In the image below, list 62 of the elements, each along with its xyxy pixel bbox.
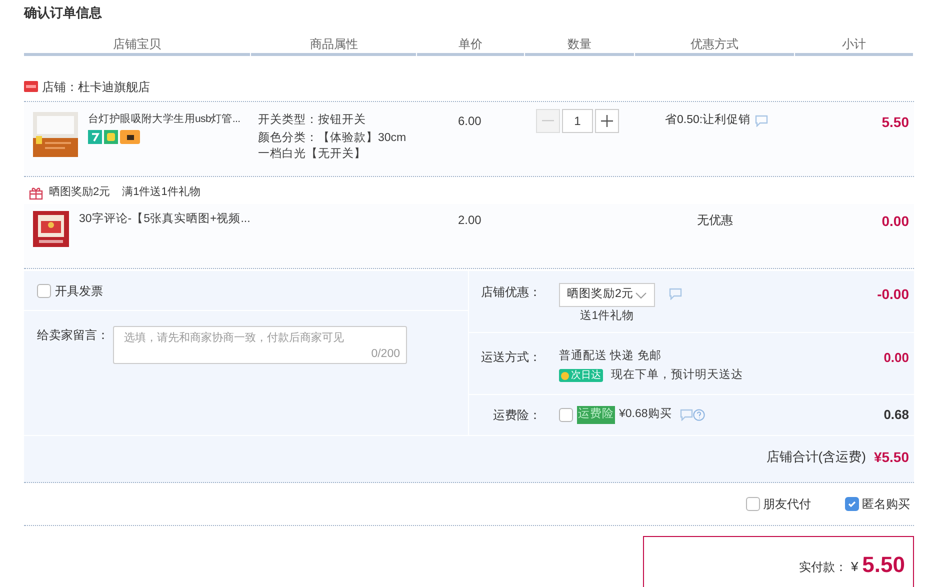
checkbox[interactable]	[746, 497, 760, 511]
discount-select[interactable]: 晒图奖励2元	[559, 283, 655, 307]
discount-label: 无优惠	[697, 213, 733, 227]
column-header: 店铺宝贝	[24, 36, 250, 56]
checkbox[interactable]	[845, 497, 859, 511]
column-header: 优惠方式	[634, 36, 794, 56]
product-property: 开关类型：按钮开关	[258, 112, 367, 128]
column-header: 商品属性	[251, 36, 416, 56]
checkbox[interactable]	[559, 408, 573, 422]
field-label: 运送方式：	[480, 349, 541, 366]
promo-rule: 满1件送1件礼物	[122, 184, 200, 200]
shop-name: 店铺：杜卡迪旗舰店	[42, 78, 150, 96]
gift-note: 送1件礼物	[580, 308, 634, 324]
currency-symbol: ¥	[850, 558, 858, 576]
comment-icon[interactable]	[680, 409, 693, 421]
unit-price: 6.00	[458, 114, 482, 128]
checkbox[interactable]	[37, 284, 51, 298]
unit-price: 2.00	[458, 213, 482, 227]
gift-title[interactable]: 30字评论-【5张真实晒图+视频...	[79, 211, 250, 228]
insurance-price: ¥0.68购买	[619, 406, 672, 422]
column-header: 单价	[417, 36, 524, 56]
card-badge-icon	[120, 130, 140, 144]
subtotal: 5.50	[882, 114, 909, 130]
product-title[interactable]: 台灯护眼吸附大学生用usb灯管...	[88, 112, 240, 128]
discount-amount: -0.00	[877, 285, 910, 304]
clock-icon	[561, 372, 569, 380]
column-header: 数量	[524, 36, 634, 56]
delivery-note: 现在下单，预计明天送达	[611, 368, 743, 384]
quantity-field[interactable]: 1	[562, 109, 593, 133]
field-label: 店铺优惠：	[480, 284, 541, 301]
plus-icon	[601, 115, 613, 127]
insurance-tag: 运费险	[577, 406, 615, 424]
promo-name: 晒图奖励2元	[49, 185, 110, 200]
message-label: 给卖家留言：	[37, 327, 109, 344]
discount-label: 省0.50:让利促销	[665, 112, 751, 128]
page-title: 确认订单信息	[24, 4, 103, 22]
gift-icon	[29, 186, 43, 200]
help-icon[interactable]	[692, 409, 705, 421]
chevron-down-icon	[635, 292, 647, 298]
shipping-amount: 0.00	[884, 349, 910, 367]
increase-button[interactable]	[595, 109, 619, 133]
insurance-amount: 0.68	[884, 406, 910, 424]
shop-total-label: 店铺合计(含运费)	[766, 448, 866, 466]
subtotal: 0.00	[882, 213, 909, 229]
product-property: 颜色分类：【体验款】30cm一档白光【无开关】	[258, 130, 408, 162]
field-label: 运费险：	[492, 407, 541, 424]
option-label: 朋友代付	[763, 496, 811, 513]
comment-icon[interactable]	[669, 288, 682, 300]
character-counter: 0/200	[371, 346, 400, 362]
shipping-method: 普通配送 快递 免邮	[559, 348, 662, 364]
seven-day-badge-icon	[88, 130, 102, 144]
invoice-label: 开具发票	[55, 282, 103, 300]
payment-amount: 5.50	[862, 552, 905, 578]
minus-icon	[542, 120, 554, 122]
next-day-badge: 次日达	[559, 369, 603, 382]
shop-logo-icon	[24, 81, 38, 92]
comment-icon[interactable]	[754, 115, 768, 127]
check-icon	[847, 499, 857, 509]
shop-total-amount: ¥5.50	[874, 448, 909, 466]
option-label: 匿名购买	[862, 496, 910, 513]
payment-label: 实付款：	[798, 559, 847, 576]
column-header: 小计	[794, 36, 914, 56]
